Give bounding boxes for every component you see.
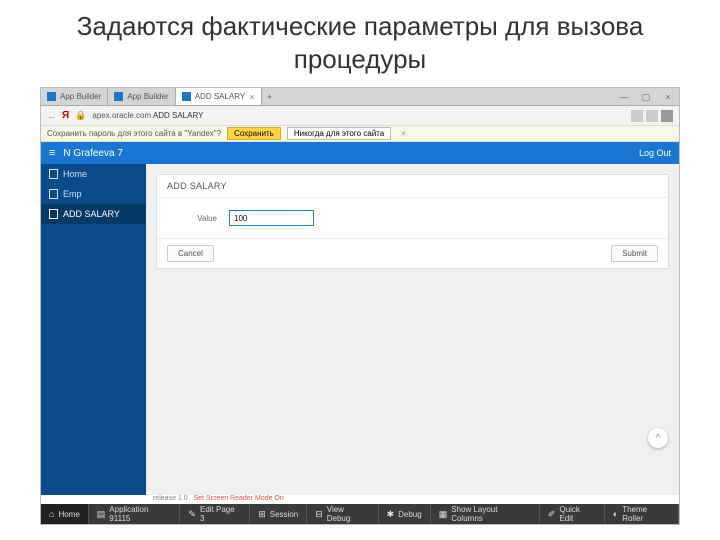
- tab-icon: [182, 92, 191, 101]
- nav-back[interactable]: ←: [47, 111, 56, 121]
- home-icon: ⌂: [49, 509, 54, 519]
- save-password-button[interactable]: Сохранить: [227, 127, 281, 140]
- page-icon: [49, 169, 58, 179]
- dev-session[interactable]: ⊞Session: [250, 504, 307, 524]
- maximize-icon[interactable]: ▢: [635, 88, 657, 105]
- view-debug-icon: ⊟: [315, 509, 323, 520]
- edit-icon: ✎: [188, 509, 196, 520]
- dev-edit-page[interactable]: ✎Edit Page 3: [180, 504, 250, 524]
- tab-icon: [47, 92, 56, 101]
- submit-button[interactable]: Submit: [611, 245, 658, 262]
- browser-tab-active[interactable]: ADD SALARY×: [176, 88, 262, 105]
- dev-home[interactable]: ⌂Home: [41, 504, 89, 524]
- cancel-button[interactable]: Cancel: [167, 245, 214, 262]
- lock-icon: 🔒: [75, 110, 86, 121]
- slide-title: Задаются фактические параметры для вызов…: [0, 0, 720, 87]
- app-title: N Grafeeva 7: [63, 148, 122, 159]
- browser-tab[interactable]: App Builder: [41, 88, 108, 105]
- sidebar-item-label: ADD SALARY: [63, 209, 120, 219]
- menu-icon[interactable]: [661, 110, 673, 122]
- browser-tab[interactable]: App Builder: [108, 88, 175, 105]
- sidebar-item-label: Emp: [63, 189, 82, 199]
- tab-label: App Builder: [60, 92, 101, 101]
- tab-icon: [114, 92, 123, 101]
- logout-link[interactable]: Log Out: [639, 148, 671, 158]
- footer-links: release 1.0 Set Screen Reader Mode On: [41, 495, 679, 504]
- never-password-button[interactable]: Никогда для этого сайта: [287, 127, 391, 140]
- main-content: ADD SALARY Value Cancel Submit: [146, 164, 679, 495]
- sidebar-item-add-salary[interactable]: ADD SALARY: [41, 204, 146, 224]
- browser-tabbar: App Builder App Builder ADD SALARY× + — …: [41, 88, 679, 106]
- tab-label: App Builder: [127, 92, 168, 101]
- sidebar: Home Emp ADD SALARY: [41, 164, 146, 495]
- pwbar-text: Сохранить пароль для этого сайта в "Yand…: [47, 129, 221, 138]
- dev-view-debug[interactable]: ⊟View Debug: [307, 504, 378, 524]
- close-icon[interactable]: ×: [249, 92, 254, 102]
- screen-reader-link[interactable]: Set Screen Reader Mode On: [193, 495, 283, 502]
- new-tab-button[interactable]: +: [262, 88, 278, 105]
- window-controls: — ▢ ×: [613, 88, 679, 105]
- address-bar: ← Я 🔒 apex.oracle.com ADD SALARY: [41, 106, 679, 126]
- value-label: Value: [167, 214, 217, 223]
- region-title: ADD SALARY: [157, 175, 668, 198]
- scroll-top-button[interactable]: ^: [648, 428, 668, 448]
- menu-icon[interactable]: ≡: [49, 147, 55, 159]
- tab-label: ADD SALARY: [195, 92, 246, 101]
- addr-action-icon[interactable]: [646, 110, 658, 122]
- session-icon: ⊞: [258, 509, 266, 520]
- sidebar-item-emp[interactable]: Emp: [41, 184, 146, 204]
- close-icon[interactable]: ×: [401, 129, 406, 138]
- sidebar-item-label: Home: [63, 169, 87, 179]
- app-icon: ▤: [97, 509, 106, 520]
- bug-icon: ✱: [387, 509, 395, 520]
- dev-layout[interactable]: ▦Show Layout Columns: [431, 504, 540, 524]
- sidebar-item-home[interactable]: Home: [41, 164, 146, 184]
- url-field[interactable]: apex.oracle.com ADD SALARY: [92, 111, 625, 120]
- value-input[interactable]: [229, 210, 314, 226]
- dev-application[interactable]: ▤Application 91115: [89, 504, 181, 524]
- form-region: ADD SALARY Value Cancel Submit: [156, 174, 669, 269]
- quick-edit-icon: ✐: [548, 509, 556, 520]
- app-body: Home Emp ADD SALARY ADD SALARY Value Can…: [41, 164, 679, 495]
- addr-action-icon[interactable]: [631, 110, 643, 122]
- dev-debug[interactable]: ✱Debug: [379, 504, 431, 524]
- yandex-icon: Я: [62, 110, 69, 121]
- browser-window: App Builder App Builder ADD SALARY× + — …: [40, 87, 680, 525]
- theme-icon: ◐: [613, 509, 618, 519]
- developer-toolbar: ⌂Home ▤Application 91115 ✎Edit Page 3 ⊞S…: [41, 504, 679, 524]
- app-header: ≡ N Grafeeva 7 Log Out: [41, 142, 679, 164]
- password-save-bar: Сохранить пароль для этого сайта в "Yand…: [41, 126, 679, 142]
- minimize-icon[interactable]: —: [613, 88, 635, 105]
- page-icon: [49, 189, 58, 199]
- close-icon[interactable]: ×: [657, 88, 679, 105]
- dev-quick-edit[interactable]: ✐Quick Edit: [540, 504, 605, 524]
- layout-icon: ▦: [439, 509, 448, 520]
- dev-theme-roller[interactable]: ◐Theme Roller: [605, 504, 679, 524]
- page-icon: [49, 209, 58, 219]
